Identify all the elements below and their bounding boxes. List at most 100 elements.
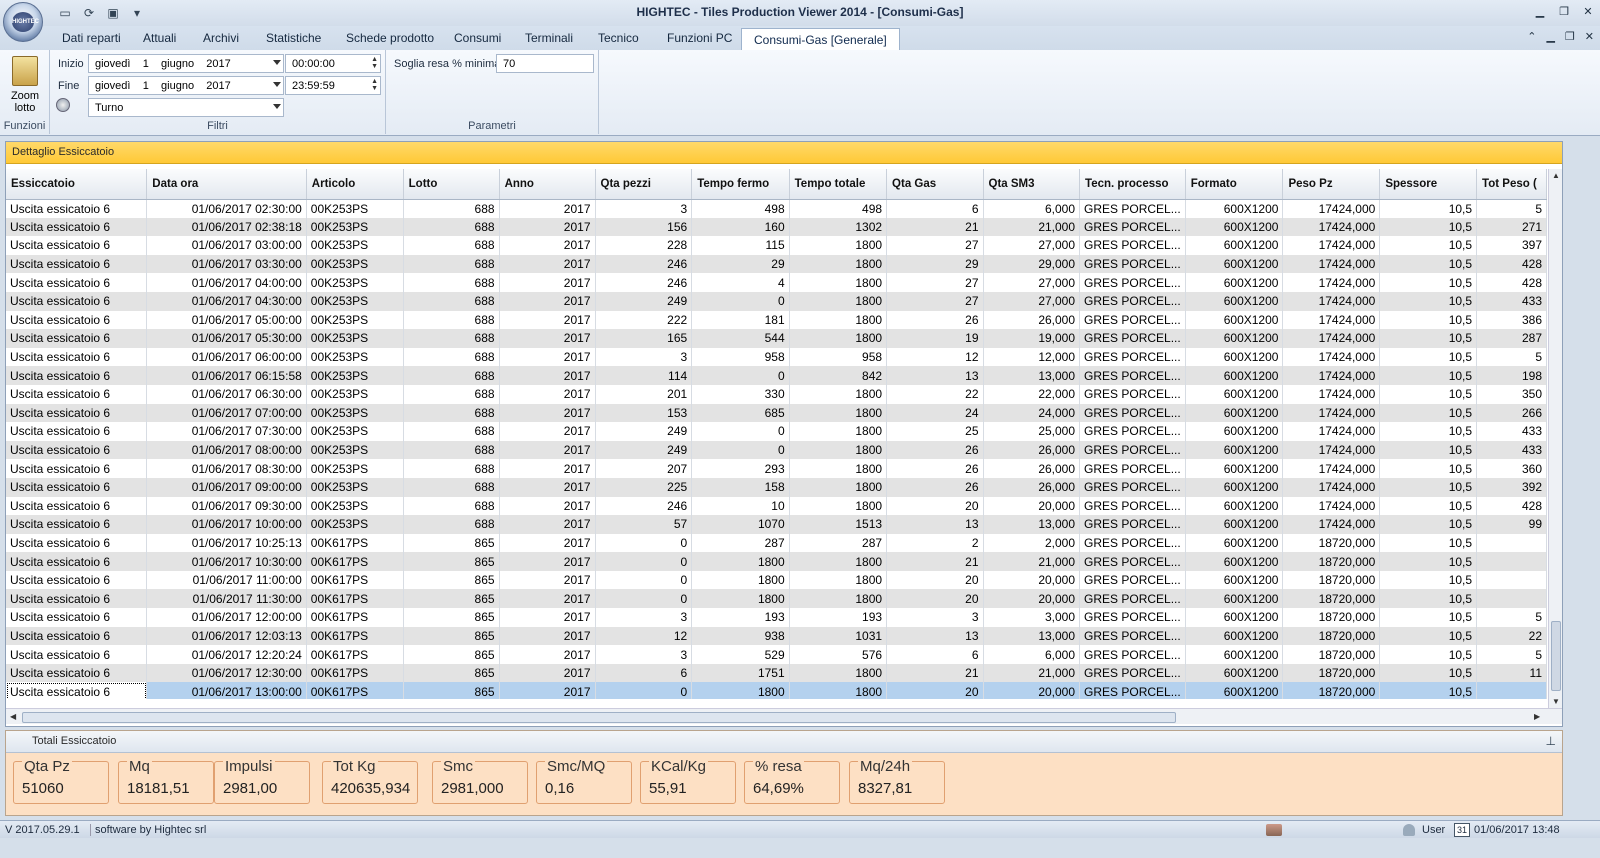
table-row[interactable]: Uscita essicatoio 6 01/06/2017 08:30:00 00… — [6, 459, 1547, 478]
zoom-lotto-button[interactable]: Zoom lotto — [0, 90, 50, 114]
table-cell: 00K253PS — [306, 329, 404, 348]
table-row[interactable]: Uscita essicatoio 6 01/06/2017 03:00:00 00… — [6, 236, 1547, 255]
table-cell: 1800 — [789, 663, 888, 683]
fine-date-picker[interactable]: giovedì 1 giugno 2017 — [88, 76, 284, 95]
column-header[interactable]: Tecn. processo — [1079, 169, 1186, 200]
table-row[interactable]: Uscita essicatoio 6 01/06/2017 07:30:00 00… — [6, 422, 1547, 441]
table-row[interactable]: Uscita essicatoio 6 01/06/2017 05:30:00 00… — [6, 329, 1547, 348]
column-header[interactable]: Qta SM3 — [983, 169, 1081, 200]
table-row[interactable]: Uscita essicatoio 6 01/06/2017 11:00:00 00… — [6, 570, 1547, 590]
table-row[interactable]: Uscita essicatoio 6 01/06/2017 13:00:00 00… — [6, 682, 1547, 699]
turno-select[interactable]: Turno — [88, 98, 284, 117]
horizontal-scrollbar[interactable]: ◀ ▶ — [6, 708, 1562, 724]
table-row[interactable]: Uscita essicatoio 6 01/06/2017 12:00:00 00… — [6, 608, 1547, 627]
total-value: 8327,81 — [858, 780, 913, 797]
tab-dati-reparti[interactable]: Dati reparti — [62, 31, 121, 45]
table-row[interactable]: Uscita essicatoio 6 01/06/2017 10:30:00 00… — [6, 552, 1547, 571]
scroll-right-icon[interactable]: ▶ — [1534, 712, 1540, 721]
tab-archivi[interactable]: Archivi — [203, 31, 239, 45]
close-icon[interactable]: ✕ — [1580, 5, 1596, 21]
restore-icon[interactable]: ❐ — [1556, 5, 1572, 21]
vertical-scroll-thumb[interactable] — [1551, 621, 1561, 691]
mdi-close-icon[interactable]: ✕ — [1585, 30, 1594, 43]
minimize-icon[interactable]: ▁ — [1532, 5, 1548, 21]
table-row[interactable]: Uscita essicatoio 6 01/06/2017 08:00:00 00… — [6, 440, 1547, 460]
table-row[interactable]: Uscita essicatoio 6 01/06/2017 04:30:00 00… — [6, 291, 1547, 311]
table-row[interactable]: Uscita essicatoio 6 01/06/2017 03:30:00 00… — [6, 254, 1547, 274]
pin-icon[interactable]: ⊥ — [1546, 734, 1556, 748]
table-cell: 20,000 — [983, 570, 1081, 590]
column-header[interactable]: Tempo totale — [789, 169, 888, 200]
column-header[interactable]: Tot Peso ( — [1476, 169, 1547, 200]
mdi-restore-icon[interactable]: ❐ — [1565, 30, 1575, 43]
tab-terminali[interactable]: Terminali — [525, 31, 573, 45]
table-cell: 156 — [595, 217, 693, 237]
column-header[interactable]: Articolo — [306, 169, 404, 200]
column-header[interactable]: Data ora — [146, 169, 307, 200]
table-row[interactable]: Uscita essicatoio 6 01/06/2017 12:03:13 00… — [6, 626, 1547, 646]
table-row[interactable]: Uscita essicatoio 6 01/06/2017 09:00:00 00… — [6, 477, 1547, 497]
table-cell: 10 — [691, 496, 790, 516]
table-row[interactable]: Uscita essicatoio 6 01/06/2017 10:25:13 00… — [6, 533, 1547, 553]
table-cell: 3 — [595, 645, 693, 664]
chevron-down-icon[interactable] — [273, 82, 281, 87]
table-cell: Uscita essicatoio 6 — [6, 254, 148, 274]
scroll-down-icon[interactable]: ▼ — [1552, 697, 1560, 706]
table-cell: 00K617PS — [306, 552, 404, 571]
spinner-icon[interactable]: ▲ ▼ — [371, 78, 378, 92]
column-header[interactable]: Lotto — [403, 169, 500, 200]
vertical-scrollbar[interactable]: ▲ ▼ — [1548, 169, 1562, 710]
mdi-minimize-icon[interactable]: ▁ — [1546, 30, 1554, 43]
table-row[interactable]: Uscita essicatoio 6 01/06/2017 09:30:00 00… — [6, 496, 1547, 516]
tab-tecnico[interactable]: Tecnico — [598, 31, 639, 45]
table-row[interactable]: Uscita essicatoio 6 01/06/2017 05:00:00 00… — [6, 310, 1547, 330]
scroll-left-icon[interactable]: ◀ — [10, 712, 16, 721]
table-row[interactable]: Uscita essicatoio 6 01/06/2017 12:20:24 00… — [6, 645, 1547, 664]
tab-schede-prodotto[interactable]: Schede prodotto — [346, 31, 434, 45]
column-header[interactable]: Anno — [499, 169, 596, 200]
chevron-down-icon[interactable] — [273, 60, 281, 65]
table-cell: Uscita essicatoio 6 — [6, 552, 148, 571]
column-header[interactable]: Peso Pz — [1282, 169, 1381, 200]
ribbon-collapse-icon[interactable]: ⌃ — [1527, 30, 1536, 43]
inizio-time-field[interactable]: 00:00:00 ▲ ▼ — [285, 54, 381, 73]
tab-statistiche[interactable]: Statistiche — [266, 31, 321, 45]
spinner-icon[interactable]: ▲ ▼ — [371, 56, 378, 70]
table-cell: 00K617PS — [306, 533, 404, 553]
table-row[interactable]: Uscita essicatoio 6 01/06/2017 06:15:58 00… — [6, 366, 1547, 385]
table-cell: 24,000 — [983, 403, 1081, 423]
tab-funzioni-pc[interactable]: Funzioni PC — [667, 31, 732, 45]
column-header[interactable]: Formato — [1185, 169, 1284, 200]
chevron-down-icon[interactable] — [273, 104, 281, 109]
table-cell: 2017 — [499, 682, 596, 699]
table-row[interactable]: Uscita essicatoio 6 01/06/2017 06:30:00 00… — [6, 384, 1547, 404]
fine-time-field[interactable]: 23:59:59 ▲ ▼ — [285, 76, 381, 95]
table-row[interactable]: Uscita essicatoio 6 01/06/2017 02:30:00 00… — [6, 199, 1547, 218]
soglia-input[interactable]: 70 — [496, 54, 594, 73]
horizontal-scroll-thumb[interactable] — [22, 712, 1176, 723]
scroll-up-icon[interactable]: ▲ — [1552, 171, 1560, 180]
column-header[interactable]: Qta Gas — [886, 169, 984, 200]
tab-consumi-gas-generale[interactable]: Consumi-Gas [Generale] — [741, 28, 900, 51]
table-cell: 153 — [595, 403, 693, 423]
tab-attuali[interactable]: Attuali — [143, 31, 176, 45]
table-row[interactable]: Uscita essicatoio 6 01/06/2017 04:00:00 00… — [6, 273, 1547, 292]
zoom-lotto-icon[interactable] — [12, 56, 38, 86]
table-row[interactable]: Uscita essicatoio 6 01/06/2017 12:30:00 00… — [6, 663, 1547, 683]
table-row[interactable]: Uscita essicatoio 6 01/06/2017 10:00:00 00… — [6, 515, 1547, 534]
table-row[interactable]: Uscita essicatoio 6 01/06/2017 06:00:00 00… — [6, 347, 1547, 367]
data-grid[interactable]: Essiccatoio Data ora Articolo Lotto Anno Qta … — [6, 169, 1547, 699]
table-row[interactable]: Uscita essicatoio 6 01/06/2017 02:38:18 00… — [6, 217, 1547, 237]
column-header[interactable]: Tempo fermo — [691, 169, 790, 200]
tab-consumi[interactable]: Consumi — [454, 31, 501, 45]
inizio-date-picker[interactable]: giovedì 1 giugno 2017 — [88, 54, 284, 73]
table-cell: 2017 — [499, 515, 596, 534]
table-row[interactable]: Uscita essicatoio 6 01/06/2017 11:30:00 00… — [6, 589, 1547, 609]
table-cell: 17424,000 — [1282, 496, 1381, 516]
table-cell: 600X1200 — [1185, 291, 1284, 311]
column-header[interactable]: Qta pezzi — [595, 169, 693, 200]
app-menu-button[interactable]: HIGHTEC — [3, 2, 43, 42]
column-header[interactable]: Spessore — [1379, 169, 1478, 200]
table-row[interactable]: Uscita essicatoio 6 01/06/2017 07:00:00 00… — [6, 403, 1547, 423]
column-header[interactable]: Essiccatoio — [6, 169, 148, 200]
